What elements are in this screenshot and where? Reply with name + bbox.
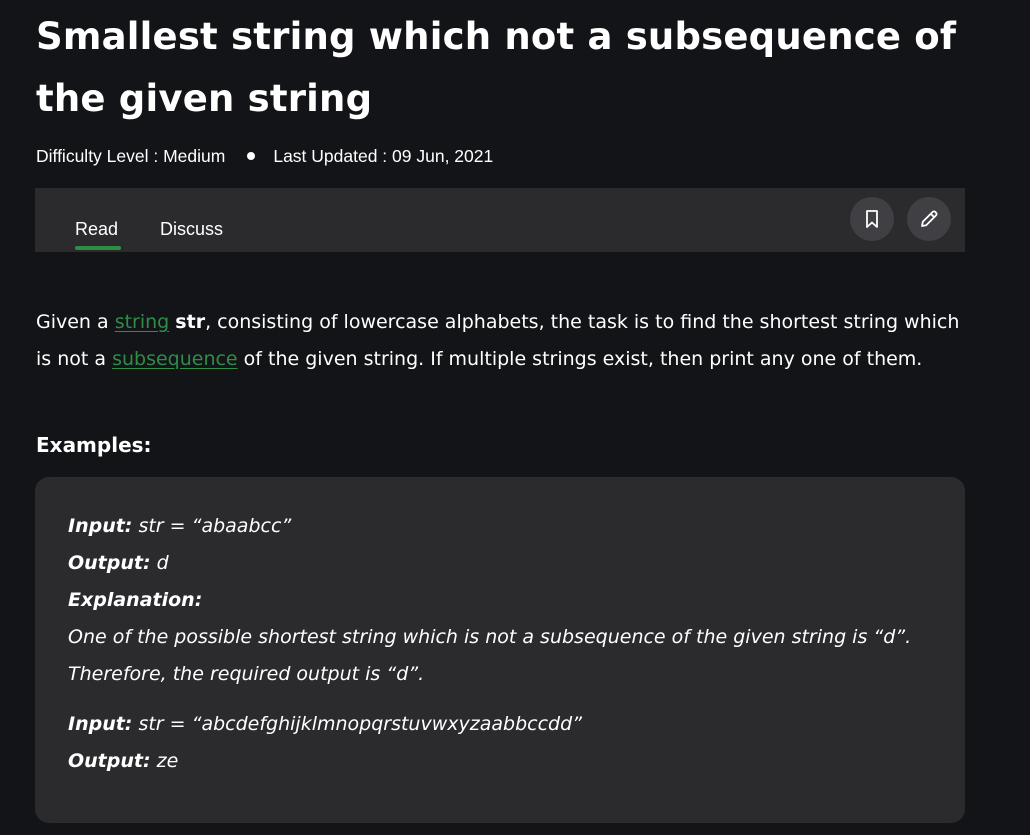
input-value: str = “abaabcc” (132, 515, 292, 537)
input-value: str = “abcdefghijklmnopqrstuvwxyzaabbccd… (132, 713, 582, 735)
difficulty-level: Difficulty Level : Medium (36, 145, 226, 166)
last-updated: Last Updated : 09 Jun, 2021 (273, 145, 494, 166)
text-segment: of the given string. If multiple strings… (237, 348, 923, 370)
examples-box: Input: str = “abaabcc” Output: d Explana… (35, 477, 965, 823)
output-value: d (150, 552, 169, 574)
example-1-output: Output: d (68, 549, 169, 577)
input-label: Input: (68, 713, 133, 735)
input-label: Input: (68, 515, 133, 537)
example-1-input: Input: str = “abaabcc” (68, 512, 291, 540)
output-label: Output: (68, 552, 151, 574)
tab-read[interactable]: Read (75, 218, 118, 240)
explanation-label: Explanation: (68, 589, 203, 611)
output-label: Output: (68, 750, 151, 772)
tab-discuss[interactable]: Discuss (160, 218, 223, 240)
text-segment: Given a (36, 311, 115, 333)
page-title: Smallest string which not a subsequence … (36, 15, 957, 120)
article-meta: Difficulty Level : Medium Last Updated :… (36, 144, 493, 168)
link-subsequence[interactable]: subsequence (112, 348, 238, 370)
article: Smallest string which not a subsequence … (0, 0, 1030, 835)
output-value: ze (150, 750, 179, 772)
example-2-input: Input: str = “abcdefghijklmnopqrstuvwxyz… (68, 710, 582, 738)
str-bold: str (175, 311, 206, 333)
problem-statement: Given a string str, consisting of lowerc… (36, 304, 966, 378)
bookmark-button[interactable] (850, 197, 894, 241)
pencil-icon (921, 210, 938, 227)
link-string[interactable]: string (115, 311, 170, 333)
example-1-explanation-line-1: One of the possible shortest string whic… (68, 626, 912, 648)
edit-button[interactable] (907, 197, 951, 241)
example-1-explanation-line-2: Therefore, the required output is “d”. (68, 663, 425, 685)
separator-dot (247, 152, 256, 160)
example-2-output: Output: ze (68, 747, 178, 775)
example-1-explanation-label: Explanation: (68, 586, 202, 614)
article-tab-bar: Read Discuss (35, 188, 965, 252)
bookmark-icon (866, 210, 878, 228)
examples-heading: Examples: (36, 433, 152, 457)
active-tab-indicator (75, 246, 121, 250)
